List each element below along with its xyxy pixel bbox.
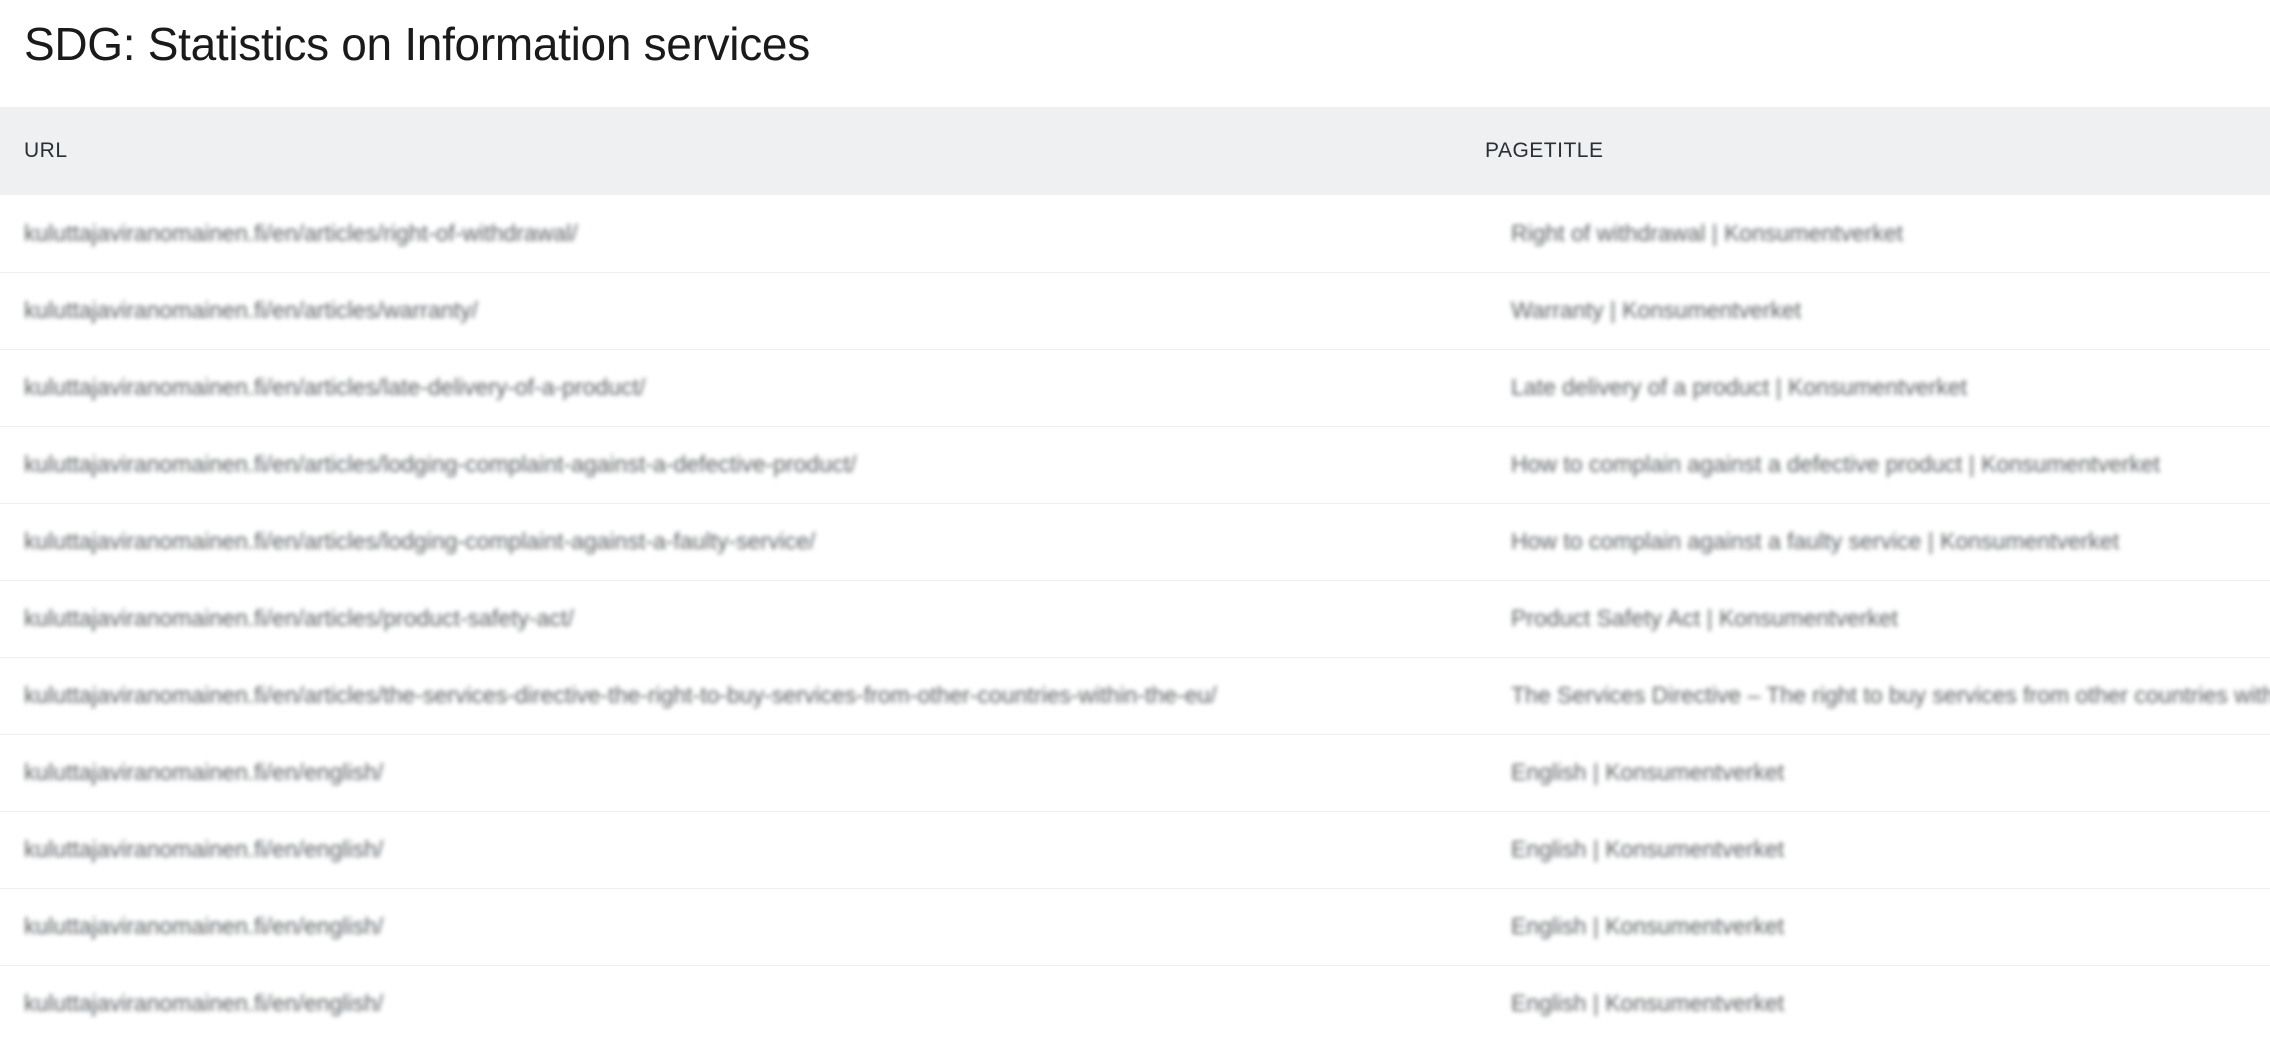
- stats-table: URL PAGETITLE kuluttajaviranomainen.fi/e…: [0, 107, 2270, 1042]
- pagetitle-text: Late delivery of a product | Konsumentve…: [1511, 374, 1968, 400]
- pagetitle-cell: The Services Directive – The right to bu…: [1485, 657, 2270, 734]
- url-cell[interactable]: kuluttajaviranomainen.fi/en/english/: [0, 811, 1485, 888]
- column-header-pagetitle[interactable]: PAGETITLE: [1485, 107, 2270, 195]
- url-text: kuluttajaviranomainen.fi/en/articles/rig…: [24, 219, 578, 246]
- url-text: kuluttajaviranomainen.fi/en/english/: [24, 990, 384, 1016]
- url-cell[interactable]: kuluttajaviranomainen.fi/en/articles/the…: [0, 657, 1485, 734]
- table-row[interactable]: kuluttajaviranomainen.fi/en/articles/war…: [0, 272, 2270, 349]
- pagetitle-text: The Services Directive – The right to bu…: [1511, 682, 2270, 708]
- table-row[interactable]: kuluttajaviranomainen.fi/en/english/ Eng…: [0, 965, 2270, 1042]
- url-cell[interactable]: kuluttajaviranomainen.fi/en/articles/lod…: [0, 426, 1485, 503]
- url-cell[interactable]: kuluttajaviranomainen.fi/en/articles/war…: [0, 272, 1485, 349]
- pagetitle-cell: Product Safety Act | Konsumentverket: [1485, 580, 2270, 657]
- pagetitle-cell: Warranty | Konsumentverket: [1485, 272, 2270, 349]
- pagetitle-cell: How to complain against a faulty service…: [1485, 503, 2270, 580]
- table-row[interactable]: kuluttajaviranomainen.fi/en/english/ Eng…: [0, 888, 2270, 965]
- pagetitle-cell: English | Konsumentverket: [1485, 888, 2270, 965]
- url-cell[interactable]: kuluttajaviranomainen.fi/en/articles/lat…: [0, 349, 1485, 426]
- table-row[interactable]: kuluttajaviranomainen.fi/en/english/ Eng…: [0, 811, 2270, 888]
- table-row[interactable]: kuluttajaviranomainen.fi/en/articles/the…: [0, 657, 2270, 734]
- url-text: kuluttajaviranomainen.fi/en/english/: [24, 913, 384, 939]
- table-row[interactable]: kuluttajaviranomainen.fi/en/articles/pro…: [0, 580, 2270, 657]
- table-row[interactable]: kuluttajaviranomainen.fi/en/english/ Eng…: [0, 734, 2270, 811]
- pagetitle-cell: Late delivery of a product | Konsumentve…: [1485, 349, 2270, 426]
- pagetitle-text: English | Konsumentverket: [1511, 836, 1785, 862]
- table-row[interactable]: kuluttajaviranomainen.fi/en/articles/lod…: [0, 426, 2270, 503]
- url-text: kuluttajaviranomainen.fi/en/english/: [24, 759, 384, 785]
- url-text: kuluttajaviranomainen.fi/en/articles/pro…: [24, 605, 574, 631]
- table-row[interactable]: kuluttajaviranomainen.fi/en/articles/rig…: [0, 195, 2270, 272]
- url-cell[interactable]: kuluttajaviranomainen.fi/en/english/: [0, 965, 1485, 1042]
- pagetitle-text: English | Konsumentverket: [1511, 990, 1785, 1016]
- stats-table-container: URL PAGETITLE kuluttajaviranomainen.fi/e…: [0, 107, 2270, 1042]
- table-header: URL PAGETITLE: [0, 107, 2270, 195]
- pagetitle-cell: English | Konsumentverket: [1485, 811, 2270, 888]
- pagetitle-text: Right of withdrawal | Konsumentverket: [1511, 219, 1904, 246]
- pagetitle-cell: How to complain against a defective prod…: [1485, 426, 2270, 503]
- url-text: kuluttajaviranomainen.fi/en/articles/lod…: [24, 451, 857, 477]
- url-text: kuluttajaviranomainen.fi/en/articles/lod…: [24, 528, 816, 554]
- pagetitle-text: How to complain against a defective prod…: [1511, 451, 2161, 477]
- table-body: kuluttajaviranomainen.fi/en/articles/rig…: [0, 195, 2270, 1042]
- pagetitle-cell: English | Konsumentverket: [1485, 734, 2270, 811]
- table-header-row: URL PAGETITLE: [0, 107, 2270, 195]
- pagetitle-text: Warranty | Konsumentverket: [1511, 297, 1802, 323]
- url-text: kuluttajaviranomainen.fi/en/english/: [24, 836, 384, 862]
- pagetitle-text: How to complain against a faulty service…: [1511, 528, 2120, 554]
- pagetitle-cell: Right of withdrawal | Konsumentverket: [1485, 195, 2270, 272]
- pagetitle-text: English | Konsumentverket: [1511, 759, 1785, 785]
- pagetitle-cell: English | Konsumentverket: [1485, 965, 2270, 1042]
- page-title: SDG: Statistics on Information services: [24, 18, 810, 70]
- pagetitle-text: English | Konsumentverket: [1511, 913, 1785, 939]
- column-header-url[interactable]: URL: [0, 107, 1485, 195]
- pagetitle-text: Product Safety Act | Konsumentverket: [1511, 605, 1898, 631]
- table-row[interactable]: kuluttajaviranomainen.fi/en/articles/lod…: [0, 503, 2270, 580]
- url-cell[interactable]: kuluttajaviranomainen.fi/en/english/: [0, 734, 1485, 811]
- url-cell[interactable]: kuluttajaviranomainen.fi/en/articles/pro…: [0, 580, 1485, 657]
- url-cell[interactable]: kuluttajaviranomainen.fi/en/english/: [0, 888, 1485, 965]
- url-cell[interactable]: kuluttajaviranomainen.fi/en/articles/rig…: [0, 195, 1485, 272]
- url-cell[interactable]: kuluttajaviranomainen.fi/en/articles/lod…: [0, 503, 1485, 580]
- url-text: kuluttajaviranomainen.fi/en/articles/the…: [24, 682, 1217, 708]
- table-row[interactable]: kuluttajaviranomainen.fi/en/articles/lat…: [0, 349, 2270, 426]
- url-text: kuluttajaviranomainen.fi/en/articles/lat…: [24, 374, 646, 400]
- url-text: kuluttajaviranomainen.fi/en/articles/war…: [24, 297, 478, 323]
